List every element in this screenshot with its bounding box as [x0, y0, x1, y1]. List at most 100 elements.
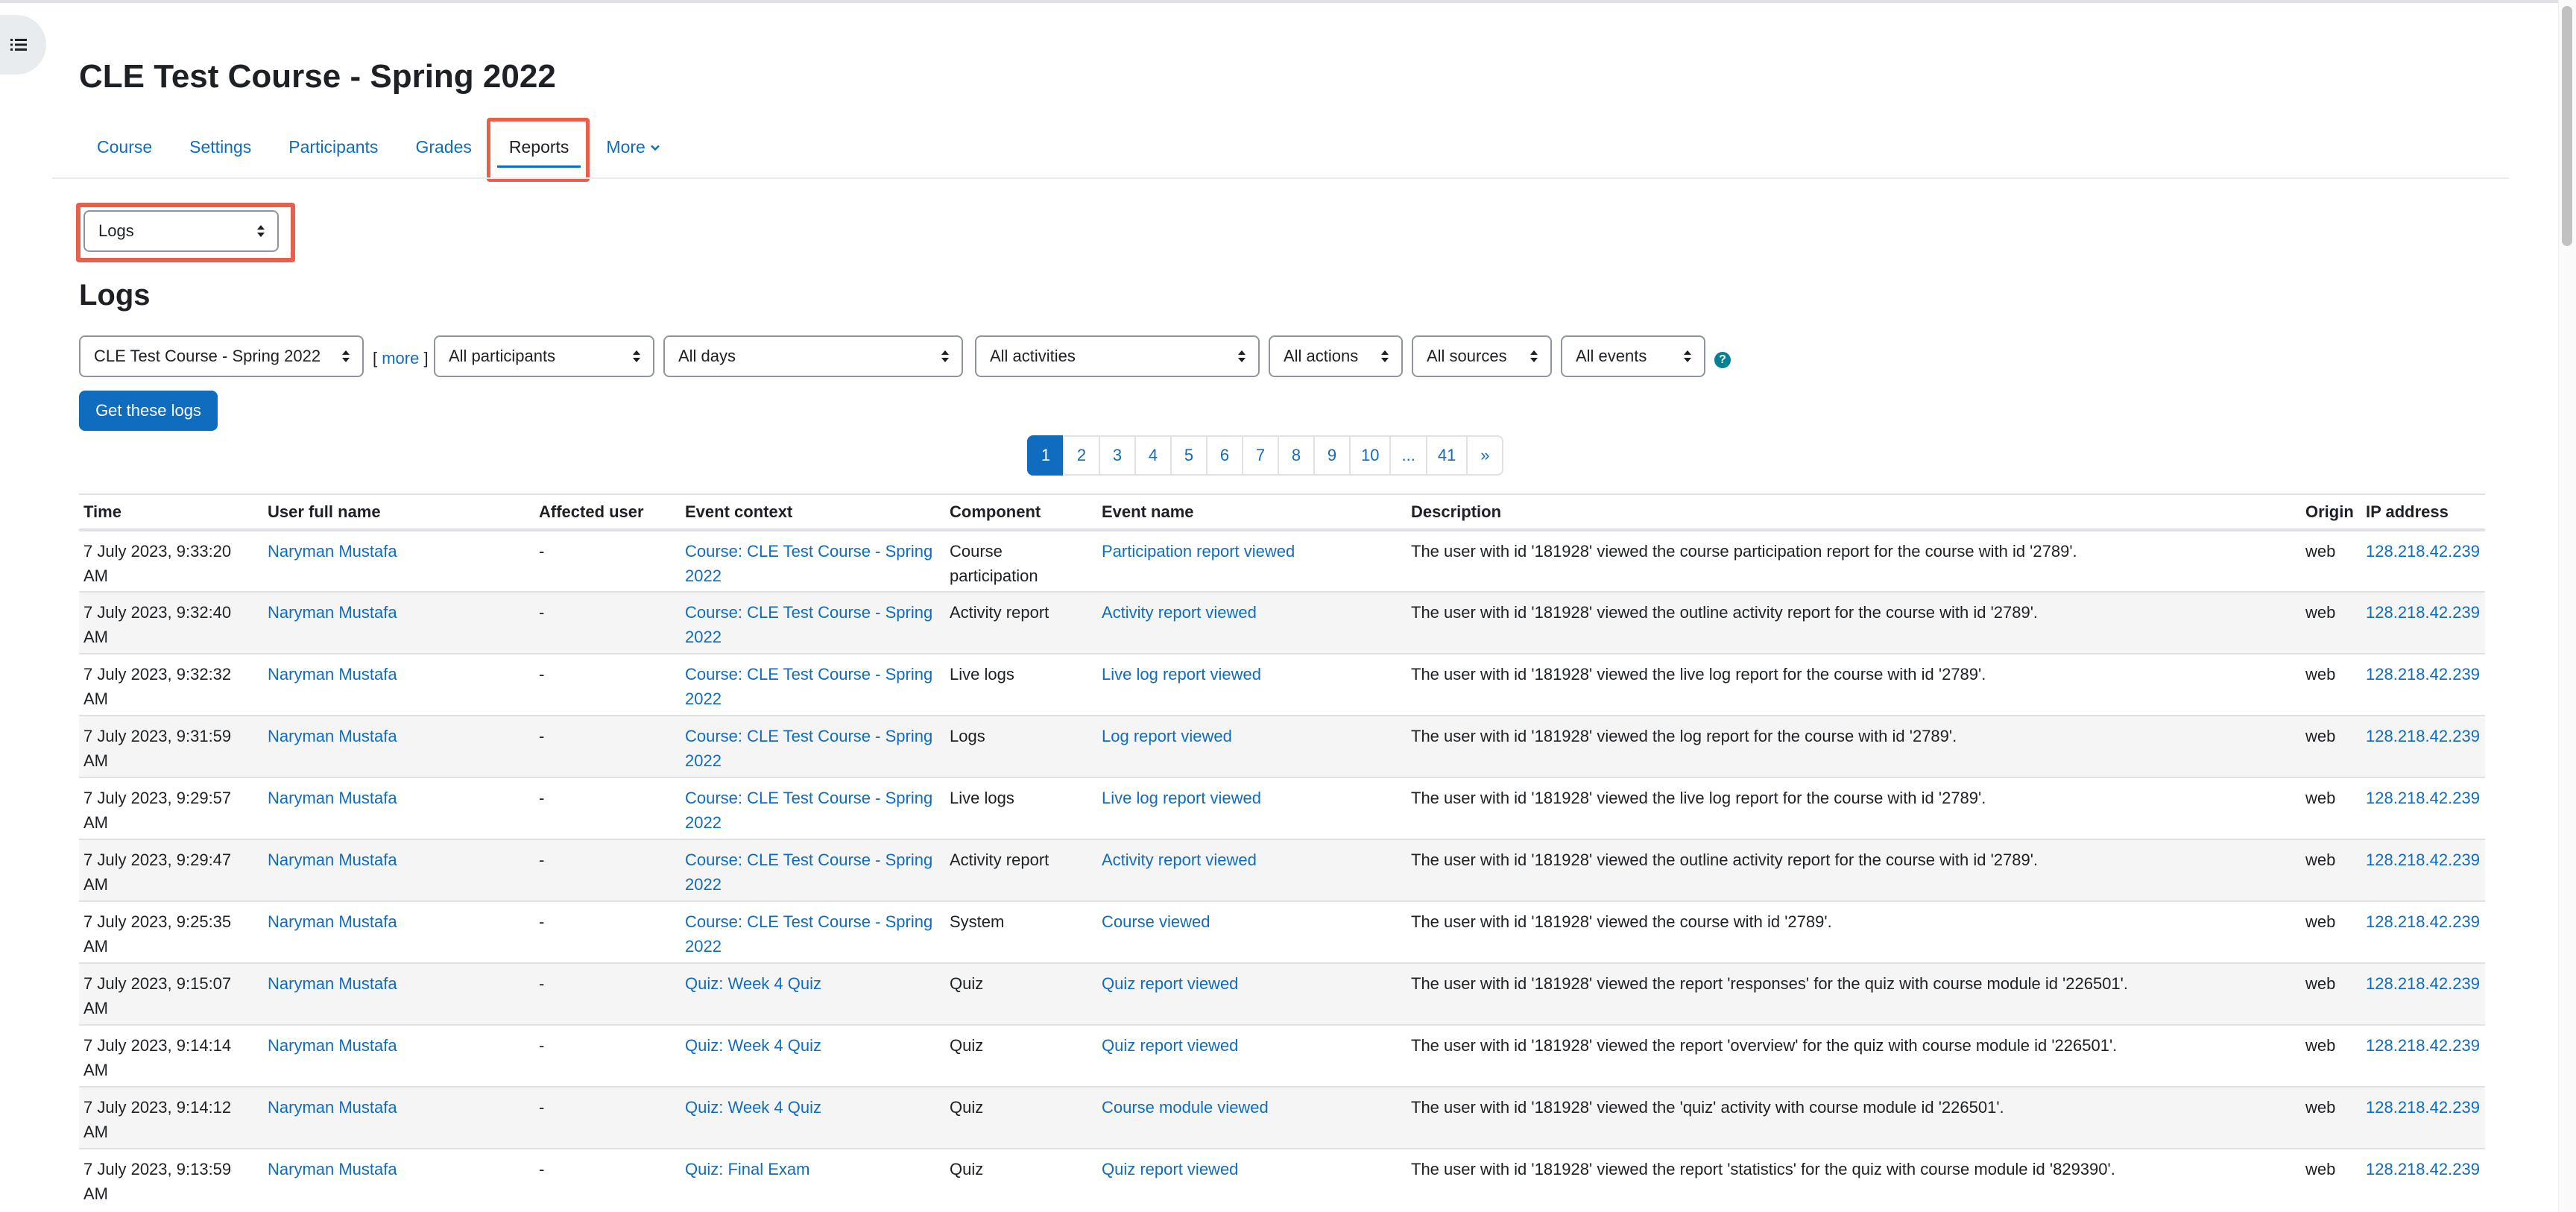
page-link-5[interactable]: 5 [1170, 435, 1208, 476]
nav-grades[interactable]: Grades [397, 127, 489, 168]
participants-filter[interactable]: All participants [434, 335, 654, 377]
user-cell: Naryman Mustafa [263, 1086, 534, 1149]
page-link-10[interactable]: 10 [1349, 435, 1392, 476]
scrollbar-thumb[interactable] [2562, 6, 2572, 246]
ip-address-link[interactable]: 128.218.42.239 [2366, 912, 2480, 931]
event-name-link[interactable]: Quiz report viewed [1102, 1160, 1238, 1178]
page-next[interactable]: » [1466, 435, 1504, 476]
event-name-link[interactable]: Log report viewed [1102, 727, 1232, 745]
table-row: 7 July 2023, 9:33:20 AM Naryman Mustafa - C… [79, 529, 2485, 592]
event-name-link[interactable]: Participation report viewed [1102, 542, 1295, 561]
user-link[interactable]: Naryman Mustafa [268, 850, 397, 869]
origin-cell: web [2301, 777, 2361, 839]
scrollbar-track[interactable] [2558, 0, 2576, 1212]
event-context-link[interactable]: Quiz: Week 4 Quiz [685, 974, 821, 993]
user-link[interactable]: Naryman Mustafa [268, 1036, 397, 1055]
event-name-link[interactable]: Course viewed [1102, 912, 1210, 931]
event-name-link[interactable]: Quiz report viewed [1102, 974, 1238, 993]
more-courses-link[interactable]: more [382, 349, 419, 367]
col-header-ip-address[interactable]: IP address [2361, 493, 2485, 531]
event-name-link[interactable]: Activity report viewed [1102, 603, 1257, 622]
event-context-link[interactable]: Course: CLE Test Course - Spring 2022 [685, 665, 932, 708]
user-link[interactable]: Naryman Mustafa [268, 789, 397, 807]
page-link-4[interactable]: 4 [1134, 435, 1172, 476]
col-header-event-context[interactable]: Event context [681, 493, 945, 531]
event-name-link[interactable]: Activity report viewed [1102, 850, 1257, 869]
event-context-link[interactable]: Quiz: Week 4 Quiz [685, 1036, 821, 1055]
page-link-41[interactable]: 41 [1425, 435, 1468, 476]
ip-address-link[interactable]: 128.218.42.239 [2366, 850, 2480, 869]
description-cell: The user with id '181928' viewed the 'qu… [1407, 1086, 2301, 1149]
page-link-2[interactable]: 2 [1063, 435, 1100, 476]
event-name-link[interactable]: Live log report viewed [1102, 665, 1261, 684]
page-link-6[interactable]: 6 [1206, 435, 1243, 476]
col-header-user-full-name[interactable]: User full name [263, 493, 534, 531]
get-these-logs-button[interactable]: Get these logs [79, 391, 218, 431]
nav-participants[interactable]: Participants [271, 127, 396, 168]
course-filter[interactable]: CLE Test Course - Spring 2022 [79, 335, 364, 377]
table-row: 7 July 2023, 9:15:07 AM Naryman Mustafa - Q… [79, 962, 2485, 1025]
event-context-link[interactable]: Course: CLE Test Course - Spring 2022 [685, 603, 932, 646]
time-cell: 7 July 2023, 9:13:59 AM [79, 1148, 263, 1211]
event-name-link[interactable]: Course module viewed [1102, 1098, 1269, 1117]
activities-filter[interactable]: All activities [975, 335, 1260, 377]
event-context-link[interactable]: Course: CLE Test Course - Spring 2022 [685, 850, 932, 894]
ip-address-link[interactable]: 128.218.42.239 [2366, 1036, 2480, 1055]
actions-filter[interactable]: All actions [1269, 335, 1403, 377]
event-name-link[interactable]: Quiz report viewed [1102, 1036, 1238, 1055]
page-link-1[interactable]: 1 [1027, 435, 1064, 476]
user-link[interactable]: Naryman Mustafa [268, 974, 397, 993]
col-header-event-name[interactable]: Event name [1097, 493, 1407, 531]
event-context-cell: Course: CLE Test Course - Spring 2022 [681, 777, 945, 839]
origin-cell: web [2301, 839, 2361, 901]
page-link-9[interactable]: 9 [1313, 435, 1351, 476]
select-arrows-icon [1238, 350, 1246, 362]
col-header-affected-user[interactable]: Affected user [534, 493, 681, 531]
user-link[interactable]: Naryman Mustafa [268, 912, 397, 931]
ip-address-link[interactable]: 128.218.42.239 [2366, 603, 2480, 622]
event-context-link[interactable]: Course: CLE Test Course - Spring 2022 [685, 727, 932, 770]
col-header-description[interactable]: Description [1407, 493, 2301, 531]
page-link-8[interactable]: 8 [1278, 435, 1315, 476]
user-link[interactable]: Naryman Mustafa [268, 542, 397, 561]
event-context-cell: Course: CLE Test Course - Spring 2022 [681, 529, 945, 592]
col-header-time[interactable]: Time [79, 493, 263, 531]
nav-more[interactable]: More [588, 127, 678, 168]
user-cell: Naryman Mustafa [263, 653, 534, 716]
user-cell: Naryman Mustafa [263, 839, 534, 901]
events-filter[interactable]: All events [1561, 335, 1705, 377]
origin-cell: web [2301, 529, 2361, 592]
page-link-3[interactable]: 3 [1099, 435, 1136, 476]
col-header-component[interactable]: Component [945, 493, 1097, 531]
event-context-link[interactable]: Quiz: Final Exam [685, 1160, 810, 1178]
ip-address-link[interactable]: 128.218.42.239 [2366, 1160, 2480, 1178]
user-link[interactable]: Naryman Mustafa [268, 1160, 397, 1178]
report-selector[interactable]: Logs [83, 210, 279, 252]
event-context-link[interactable]: Quiz: Week 4 Quiz [685, 1098, 821, 1117]
user-link[interactable]: Naryman Mustafa [268, 665, 397, 684]
event-context-link[interactable]: Course: CLE Test Course - Spring 2022 [685, 542, 932, 585]
user-link[interactable]: Naryman Mustafa [268, 727, 397, 745]
ip-address-link[interactable]: 128.218.42.239 [2366, 665, 2480, 684]
help-icon[interactable]: ? [1714, 352, 1731, 368]
col-header-origin[interactable]: Origin [2301, 493, 2361, 531]
sources-filter[interactable]: All sources [1412, 335, 1552, 377]
ip-address-link[interactable]: 128.218.42.239 [2366, 542, 2480, 561]
page-link-7[interactable]: 7 [1242, 435, 1279, 476]
time-cell: 7 July 2023, 9:29:57 AM [79, 777, 263, 839]
course-index-toggle[interactable] [0, 15, 46, 75]
ip-address-cell: 128.218.42.239 [2361, 839, 2485, 901]
user-link[interactable]: Naryman Mustafa [268, 603, 397, 622]
days-filter[interactable]: All days [663, 335, 963, 377]
nav-settings[interactable]: Settings [171, 127, 269, 168]
user-link[interactable]: Naryman Mustafa [268, 1098, 397, 1117]
ip-address-link[interactable]: 128.218.42.239 [2366, 727, 2480, 745]
event-context-link[interactable]: Course: CLE Test Course - Spring 2022 [685, 789, 932, 832]
ip-address-link[interactable]: 128.218.42.239 [2366, 789, 2480, 807]
description-cell: The user with id '181928' viewed the log… [1407, 715, 2301, 777]
ip-address-link[interactable]: 128.218.42.239 [2366, 974, 2480, 993]
event-name-link[interactable]: Live log report viewed [1102, 789, 1261, 807]
ip-address-link[interactable]: 128.218.42.239 [2366, 1098, 2480, 1117]
nav-course[interactable]: Course [79, 127, 170, 168]
event-context-link[interactable]: Course: CLE Test Course - Spring 2022 [685, 912, 932, 956]
